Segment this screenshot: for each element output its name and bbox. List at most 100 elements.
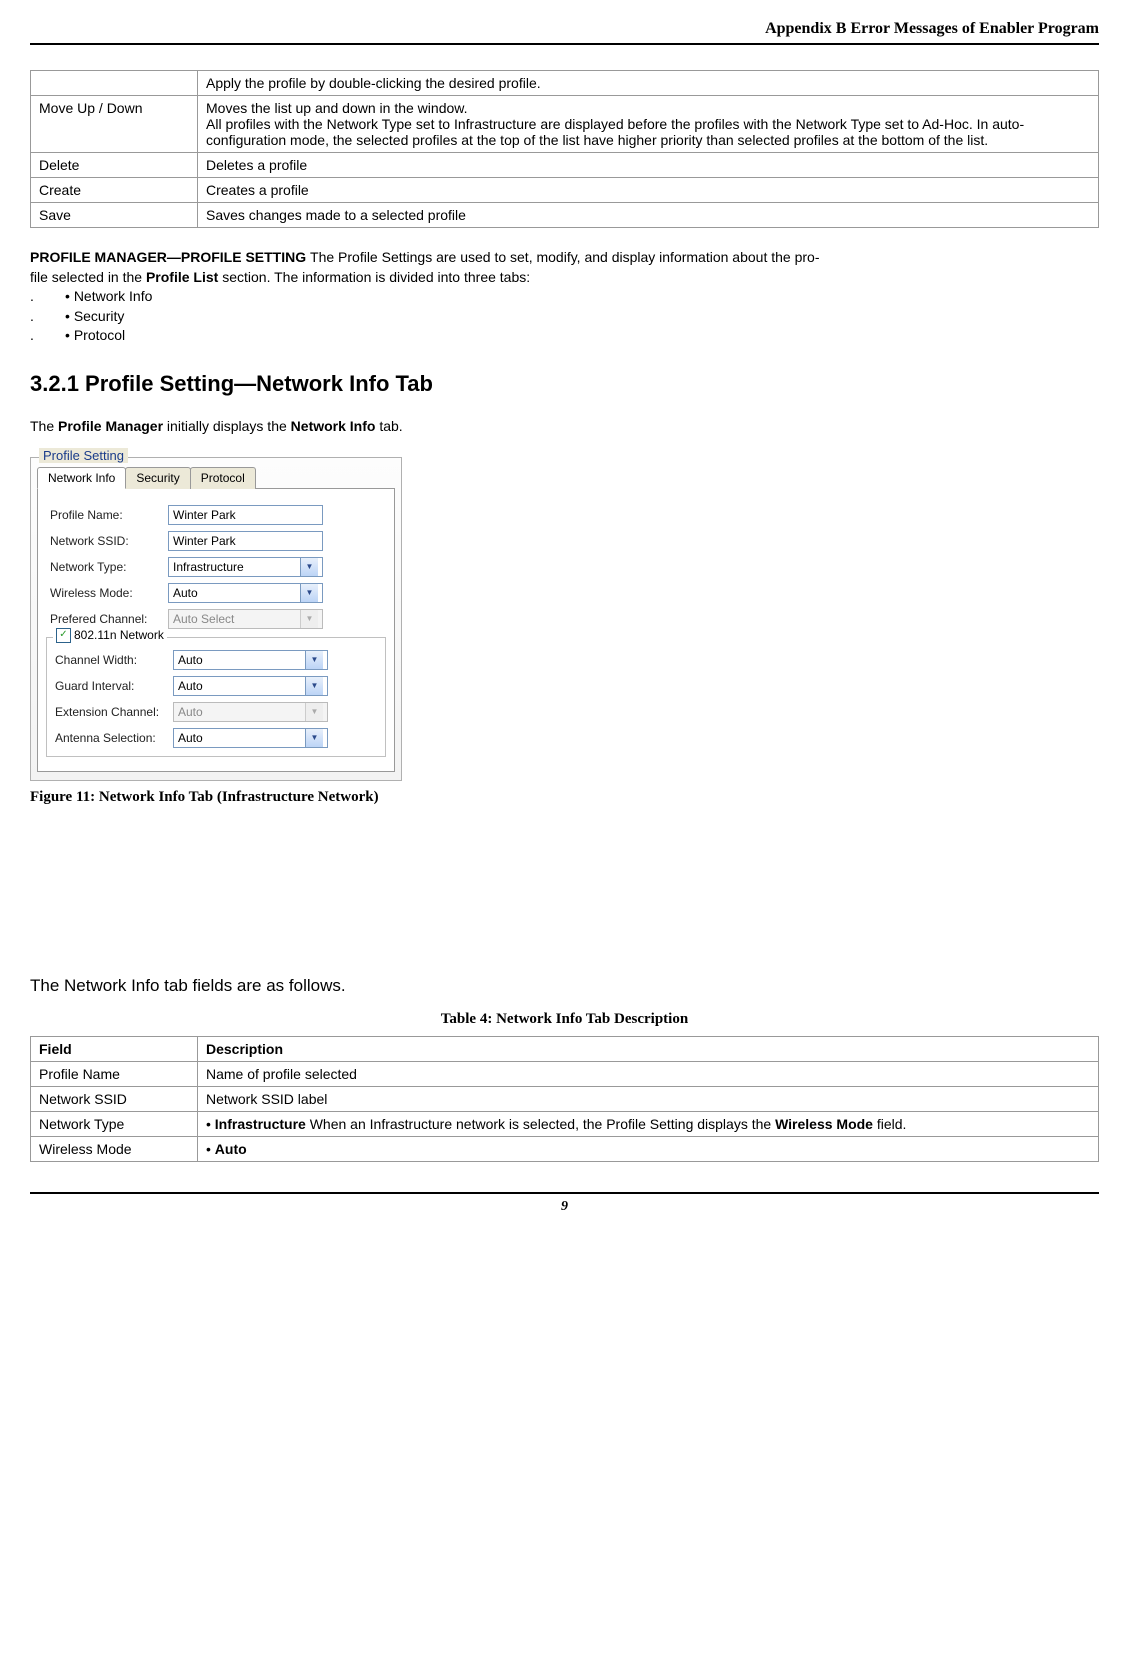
chevron-down-icon: ▼ [300, 558, 318, 576]
form-body: Profile Name: Network SSID: Network Type… [37, 489, 395, 772]
lead-text2c: section. The information is divided into… [218, 269, 530, 285]
group-legend-text: 802.11n Network [74, 628, 164, 642]
bullet-item: Network Info [30, 287, 1099, 307]
label-antenna-selection: Antenna Selection: [55, 731, 173, 745]
label-profile-name: Profile Name: [50, 508, 168, 522]
chevron-down-icon: ▼ [300, 584, 318, 602]
header-rule [30, 43, 1099, 45]
row-antenna-selection: Antenna Selection: Auto ▼ [55, 728, 377, 748]
cell-text: • [206, 1141, 215, 1157]
tab-bullet-list: Network Info Security Protocol [30, 287, 1099, 346]
cell: Moves the list up and down in the window… [198, 96, 1099, 153]
row-wireless-mode: Wireless Mode: Auto ▼ [50, 583, 382, 603]
combo-value: Auto [178, 731, 203, 745]
network-info-subtext: The Network Info tab fields are as follo… [30, 976, 1099, 996]
antenna-selection-select[interactable]: Auto ▼ [173, 728, 328, 748]
row-profile-name: Profile Name: [50, 505, 382, 525]
table-row: Wireless Mode • Auto [31, 1136, 1099, 1161]
row-guard-interval: Guard Interval: Auto ▼ [55, 676, 377, 696]
network-type-select[interactable]: Infrastructure ▼ [168, 557, 323, 577]
cell-text: • [206, 1116, 215, 1132]
cell-text: field. [873, 1116, 906, 1132]
cell-text: Infrastructure [215, 1116, 310, 1132]
checkbox-80211n[interactable]: ✓ [56, 628, 71, 643]
chevron-down-icon: ▼ [300, 610, 318, 628]
group-80211n: ✓ 802.11n Network Channel Width: Auto▼ G… [46, 637, 386, 757]
chevron-down-icon: ▼ [305, 703, 323, 721]
section-heading: 3.2.1 Profile Setting—Network Info Tab [30, 371, 1099, 397]
cell-text: When an Infrastructure network is select… [310, 1116, 775, 1132]
combo-value: Auto [178, 653, 203, 667]
prefered-channel-select: Auto Select ▼ [168, 609, 323, 629]
label-wireless-mode: Wireless Mode: [50, 586, 168, 600]
cell: Network SSID [31, 1086, 198, 1111]
table4-caption: Table 4: Network Info Tab Description [30, 1011, 1099, 1028]
chevron-down-icon: ▼ [305, 729, 323, 747]
table-network-info-description: Field Description Profile Name Name of p… [30, 1036, 1099, 1162]
cell: Wireless Mode [31, 1136, 198, 1161]
text: Network Info [291, 418, 376, 434]
table-row: Profile Name Name of profile selected [31, 1061, 1099, 1086]
lead-text2b: Profile List [146, 269, 218, 285]
cell [31, 71, 198, 96]
group-legend-80211n: ✓ 802.11n Network [53, 628, 167, 643]
lead-heading: PROFILE MANAGER—PROFILE SETTING [30, 249, 310, 265]
header-field: Field [31, 1036, 198, 1061]
cell: Delete [31, 153, 198, 178]
cell: Apply the profile by double-clicking the… [198, 71, 1099, 96]
cell: Creates a profile [198, 178, 1099, 203]
label-network-type: Network Type: [50, 560, 168, 574]
combo-value: Infrastructure [173, 560, 244, 574]
row-prefered-channel: Prefered Channel: Auto Select ▼ [50, 609, 382, 629]
table-row: Apply the profile by double-clicking the… [31, 71, 1099, 96]
tab-protocol[interactable]: Protocol [190, 467, 256, 489]
lead-text: The Profile Settings are used to set, mo… [310, 249, 815, 265]
profile-setting-groupbox: Profile Setting Network Info Security Pr… [30, 457, 402, 781]
guard-interval-select[interactable]: Auto ▼ [173, 676, 328, 696]
table-row: Move Up / Down Moves the list up and dow… [31, 96, 1099, 153]
profile-manager-intro: PROFILE MANAGER—PROFILE SETTING The Prof… [30, 248, 1099, 346]
bullet-item: Protocol [30, 326, 1099, 346]
footer-rule [30, 1192, 1099, 1194]
row-extension-channel: Extension Channel: Auto▼ [55, 702, 377, 722]
lead-text2: file selected in the [30, 269, 146, 285]
label-guard-interval: Guard Interval: [55, 679, 173, 693]
tab-network-info[interactable]: Network Info [37, 467, 126, 489]
wireless-mode-select[interactable]: Auto ▼ [168, 583, 323, 603]
spacer [30, 806, 1099, 946]
table-row: Delete Deletes a profile [31, 153, 1099, 178]
row-network-ssid: Network SSID: [50, 531, 382, 551]
figure-caption: Figure 11: Network Info Tab (Infrastruct… [30, 789, 1099, 806]
header-description: Description [198, 1036, 1099, 1061]
cell-text: All profiles with the Network Type set t… [206, 116, 1024, 148]
combo-value: Auto [173, 586, 198, 600]
cell: Save [31, 203, 198, 228]
combo-value: Auto Select [173, 612, 234, 626]
cell: Create [31, 178, 198, 203]
table-row: Network Type • Infrastructure When an In… [31, 1111, 1099, 1136]
label-channel-width: Channel Width: [55, 653, 173, 667]
chevron-down-icon: ▼ [305, 677, 323, 695]
text: initially displays the [163, 418, 291, 434]
cell: Network SSID label [198, 1086, 1099, 1111]
cell: Saves changes made to a selected profile [198, 203, 1099, 228]
groupbox-legend: Profile Setting [39, 448, 128, 463]
cell: Name of profile selected [198, 1061, 1099, 1086]
page-header-title: Appendix B Error Messages of Enabler Pro… [30, 20, 1099, 38]
cell: • Infrastructure When an Infrastructure … [198, 1111, 1099, 1136]
profile-name-input[interactable] [168, 505, 323, 525]
label-prefered-channel: Prefered Channel: [50, 612, 168, 626]
cell: Move Up / Down [31, 96, 198, 153]
table-row: Save Saves changes made to a selected pr… [31, 203, 1099, 228]
cell: Deletes a profile [198, 153, 1099, 178]
network-ssid-input[interactable] [168, 531, 323, 551]
channel-width-select[interactable]: Auto▼ [173, 650, 328, 670]
table-header-row: Field Description [31, 1036, 1099, 1061]
tab-security[interactable]: Security [125, 467, 190, 489]
cell: Profile Name [31, 1061, 198, 1086]
bullet-item: Security [30, 307, 1099, 327]
cell: • Auto [198, 1136, 1099, 1161]
figure-text: Network Info Tab (Infrastructure Network… [99, 789, 379, 805]
row-network-type: Network Type: Infrastructure ▼ [50, 557, 382, 577]
combo-value: Auto [178, 679, 203, 693]
